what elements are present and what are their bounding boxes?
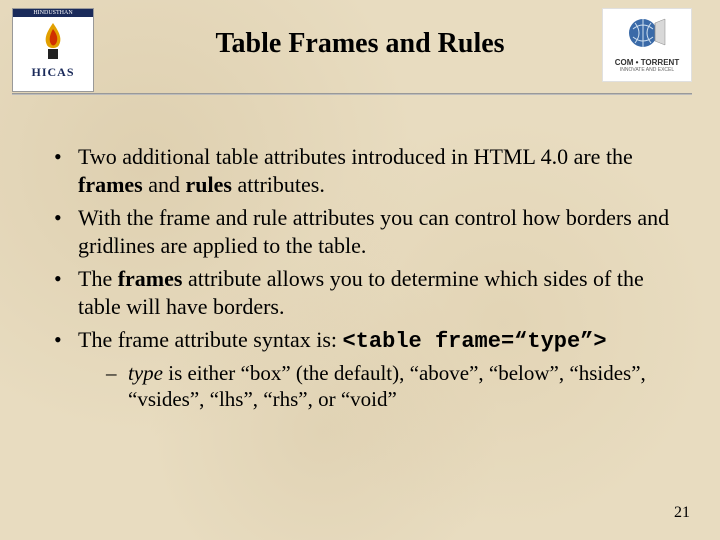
slide-body: Two additional table attributes introduc…	[0, 95, 720, 412]
list-item: The frames attribute allows you to deter…	[50, 265, 682, 320]
flame-icon	[36, 21, 70, 61]
bold-text: frames	[78, 172, 143, 197]
list-item: With the frame and rule attributes you c…	[50, 204, 682, 259]
bold-text: frames	[118, 266, 183, 291]
list-item: Two additional table attributes introduc…	[50, 143, 682, 198]
logo-right-sub: INNOVATE AND EXCEL	[603, 67, 691, 73]
logo-left-top-text: HINDUSTHAN	[13, 9, 93, 17]
text: and	[143, 172, 186, 197]
bold-text: rules	[186, 172, 232, 197]
text: With the frame and rule attributes you c…	[78, 205, 669, 258]
list-item: The frame attribute syntax is: <table fr…	[50, 326, 682, 412]
header-divider	[12, 93, 692, 95]
sub-bullet-list: type is either “box” (the default), “abo…	[106, 360, 682, 413]
page-number: 21	[674, 504, 690, 522]
code-text: <table frame=“type”>	[343, 329, 607, 354]
globe-icon	[625, 15, 669, 51]
text: attributes.	[232, 172, 325, 197]
italic-text: type	[128, 361, 163, 385]
text: The frame attribute syntax is:	[78, 327, 343, 352]
bullet-list: Two additional table attributes introduc…	[50, 143, 682, 412]
list-item: type is either “box” (the default), “abo…	[106, 360, 682, 413]
logo-right: COM • TORRENT INNOVATE AND EXCEL	[602, 8, 692, 82]
text: The	[78, 266, 118, 291]
logo-left-bottom-text: HICAS	[13, 65, 93, 80]
text: is either “box” (the default), “above”, …	[128, 361, 646, 411]
logo-right-brand: COM • TORRENT	[603, 58, 691, 67]
slide-header: HINDUSTHAN HICAS Table Frames and Rules …	[0, 0, 720, 95]
logo-left: HINDUSTHAN HICAS	[12, 8, 94, 92]
text: Two additional table attributes introduc…	[78, 144, 633, 169]
